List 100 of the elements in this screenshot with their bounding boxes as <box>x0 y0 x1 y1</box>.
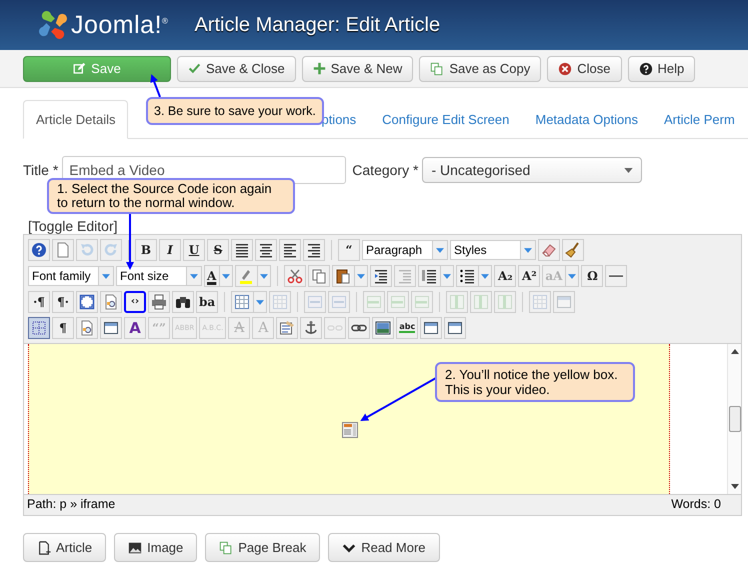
special-character-button[interactable]: Ω <box>581 265 604 287</box>
image-button[interactable]: Image <box>114 533 198 562</box>
preview-icon[interactable] <box>100 291 122 313</box>
help-icon[interactable] <box>28 239 50 261</box>
window-icon[interactable] <box>100 317 122 339</box>
page-break-button[interactable]: Page Break <box>205 533 320 562</box>
arrow-down-icon[interactable] <box>730 484 738 489</box>
bold-button[interactable]: B <box>135 239 157 261</box>
read-more-button[interactable]: Read More <box>328 533 440 562</box>
scrollbar[interactable] <box>727 344 741 494</box>
tab[interactable]: Article Details <box>23 100 128 139</box>
caret-icon <box>190 274 198 278</box>
format-dropdown[interactable]: Font size <box>116 266 202 286</box>
document-plus-icon <box>37 540 51 554</box>
caret-icon <box>568 274 576 278</box>
preview-icon[interactable] <box>76 317 98 339</box>
source-code-button[interactable]: ‹› <box>124 291 146 313</box>
caret-icon <box>357 274 366 278</box>
eraser-icon[interactable] <box>538 239 560 261</box>
logo-text: Joomla!$^{®}$ <box>71 10 168 40</box>
logo-icon <box>38 10 68 40</box>
blockquote-button[interactable]: “ <box>338 239 360 261</box>
link-icon[interactable] <box>348 317 370 339</box>
caret-icon <box>624 168 634 172</box>
arrow-up-icon[interactable] <box>730 349 738 354</box>
format-dropdown[interactable]: Font family <box>28 266 114 286</box>
window-icon[interactable] <box>444 317 466 339</box>
superscript-button[interactable]: A² <box>518 265 540 287</box>
numbered-list-icon[interactable] <box>418 265 454 287</box>
broom-icon[interactable] <box>562 239 584 261</box>
caret-icon <box>222 274 230 278</box>
pointer-arrow <box>150 74 161 98</box>
bullet-list-icon[interactable] <box>456 265 492 287</box>
fullscreen-icon[interactable] <box>76 291 98 313</box>
spellcheck-button[interactable]: abc <box>396 317 418 339</box>
format-dropdown[interactable]: Styles <box>450 240 536 260</box>
scissors-icon[interactable] <box>284 265 306 287</box>
tab[interactable]: Configure Edit Screen <box>369 100 522 138</box>
caret-icon <box>102 274 110 278</box>
right-to-left-button[interactable]: ¶· <box>52 291 74 313</box>
clipboard-icon[interactable] <box>332 265 368 287</box>
align-justify-icon[interactable] <box>231 239 253 261</box>
field-label: Category * <box>352 162 418 178</box>
format-dropdown[interactable]: Paragraph <box>362 240 448 260</box>
replace-button[interactable]: ba <box>196 291 218 313</box>
copy-icon[interactable] <box>308 265 330 287</box>
help-button[interactable]: Help <box>628 56 696 82</box>
caret-icon <box>481 274 490 278</box>
show-blocks-button[interactable]: ¶ <box>52 317 74 339</box>
binoculars-icon[interactable] <box>172 291 194 313</box>
save-copy-button[interactable]: Save as Copy <box>419 56 542 82</box>
strikethrough-button[interactable]: S <box>207 239 229 261</box>
category-dropdown[interactable]: - Uncategorised <box>422 157 642 183</box>
help-icon <box>638 62 652 76</box>
check-icon <box>188 62 201 75</box>
caret-icon <box>443 274 452 278</box>
close-icon <box>558 62 572 76</box>
edit-icon <box>73 62 86 75</box>
plus-icon <box>312 62 326 75</box>
close-button[interactable]: Close <box>547 56 622 82</box>
video-placeholder-icon <box>342 422 358 438</box>
pointer-arrow <box>126 214 134 270</box>
align-center-icon[interactable] <box>255 239 277 261</box>
field-label: Title * <box>23 162 58 178</box>
italic-button[interactable]: I <box>159 239 181 261</box>
window-icon[interactable] <box>420 317 442 339</box>
editor-content-area[interactable] <box>28 344 670 494</box>
scroll-thumb[interactable] <box>729 406 741 432</box>
caret-icon <box>524 248 532 252</box>
printer-icon[interactable] <box>148 291 170 313</box>
align-left-icon[interactable] <box>279 239 301 261</box>
page-title: Article Manager: Edit Article <box>194 14 440 36</box>
save-new-button[interactable]: Save & New <box>302 56 414 82</box>
grid-icon[interactable] <box>28 317 50 339</box>
word-count: Words: 0 <box>671 497 721 511</box>
text-color-button[interactable]: A <box>204 265 234 287</box>
copy-icon <box>219 540 234 554</box>
indent-icon[interactable] <box>370 265 392 287</box>
tab[interactable]: Metadata Options <box>522 100 651 138</box>
underline-button[interactable]: U <box>183 239 205 261</box>
caret-icon <box>260 274 268 278</box>
image-icon[interactable] <box>372 317 394 339</box>
callout-tooltip: 1. Select the Source Code icon again to return to the normal window. <box>47 178 295 214</box>
left-to-right-button[interactable]: ·¶ <box>28 291 50 313</box>
save-close-button[interactable]: Save & Close <box>177 56 296 82</box>
document-icon[interactable] <box>52 239 74 261</box>
form-icon[interactable] <box>276 317 298 339</box>
tab[interactable]: Article Perm <box>650 100 748 138</box>
caret-icon <box>256 300 264 304</box>
style-button[interactable]: A <box>124 317 146 339</box>
caret-icon <box>436 248 444 252</box>
element-path: Path: p » iframe <box>27 497 116 511</box>
image-icon <box>128 540 142 554</box>
toggle-editor-link[interactable]: [Toggle Editor] <box>28 218 118 234</box>
subscript-button[interactable]: A₂ <box>494 265 516 287</box>
anchor-icon[interactable] <box>300 317 322 339</box>
align-right-icon[interactable] <box>303 239 325 261</box>
article-button[interactable]: Article <box>23 533 106 562</box>
copy-icon <box>430 62 444 76</box>
table-icon[interactable] <box>231 291 268 313</box>
